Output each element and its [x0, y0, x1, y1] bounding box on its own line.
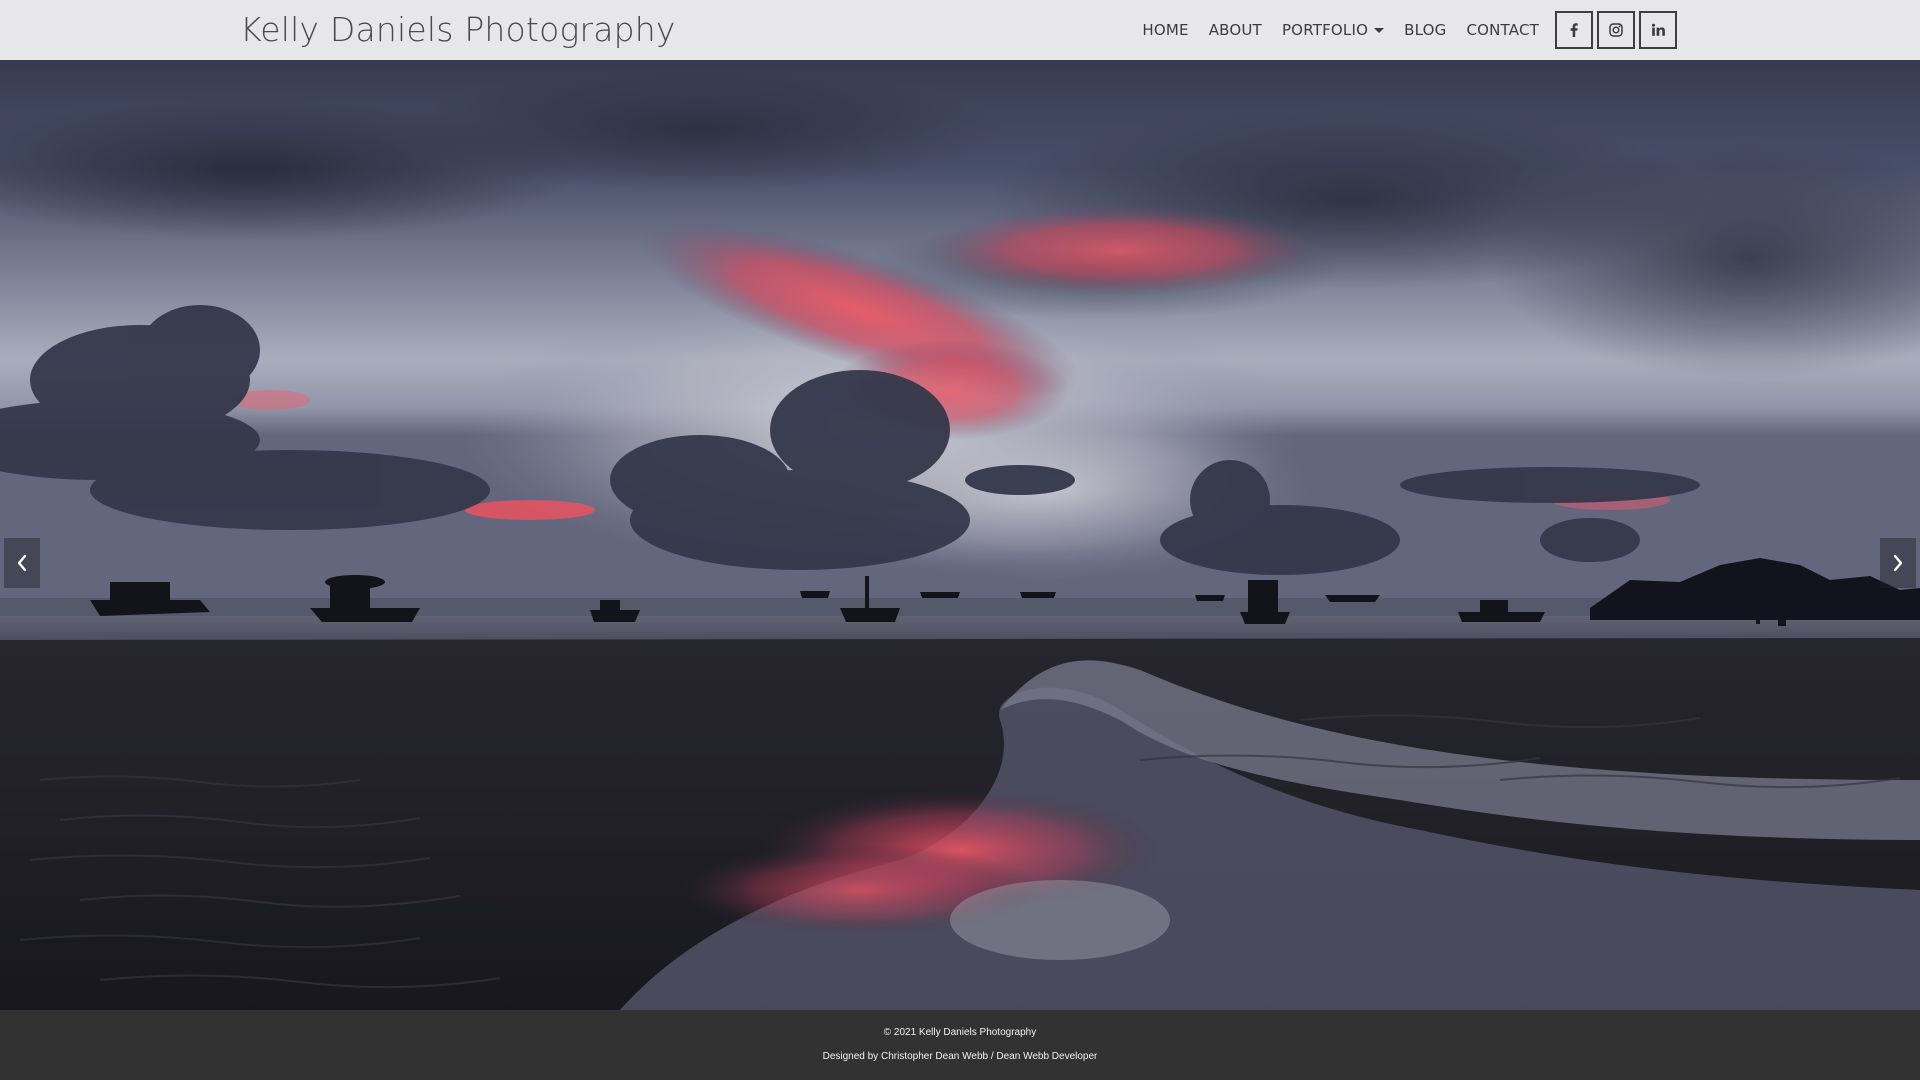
designer-credit-prefix: Designed by: [822, 1051, 881, 1062]
instagram-button[interactable]: [1597, 11, 1635, 49]
nav-portfolio-label: PORTFOLIO: [1281, 21, 1369, 39]
social-links: [1551, 11, 1677, 49]
instagram-icon: [1609, 23, 1623, 37]
linkedin-button[interactable]: [1639, 11, 1677, 49]
copyright-text: © 2021 Kelly Daniels Photography: [883, 1027, 1037, 1038]
carousel-prev-button[interactable]: [4, 538, 40, 588]
nav-contact[interactable]: CONTACT: [1466, 21, 1539, 39]
designer-link[interactable]: Christopher Dean Webb / Dean Webb Develo…: [881, 1051, 1097, 1062]
site-footer: © 2021 Kelly Daniels Photography Designe…: [0, 1010, 1920, 1080]
chevron-left-icon: [17, 554, 27, 572]
site-header: Kelly Daniels Photography HOME ABOUT POR…: [0, 0, 1920, 60]
facebook-button[interactable]: [1555, 11, 1593, 49]
sunset-beach-photo: [0, 60, 1920, 1010]
designer-credit: Designed by Christopher Dean Webb / Dean…: [0, 1051, 1920, 1062]
nav-home[interactable]: HOME: [1142, 21, 1188, 39]
nav-portfolio-dropdown[interactable]: PORTFOLIO: [1281, 21, 1385, 39]
nav-blog[interactable]: BLOG: [1404, 21, 1446, 39]
hero-carousel: [0, 60, 1920, 1010]
linkedin-icon: [1652, 23, 1665, 36]
nav-about[interactable]: ABOUT: [1209, 21, 1262, 39]
site-title[interactable]: Kelly Daniels Photography: [240, 9, 676, 51]
main-nav: HOME ABOUT PORTFOLIO BLOG CONTACT: [1142, 0, 1677, 60]
carousel-next-button[interactable]: [1880, 538, 1916, 588]
chevron-right-icon: [1893, 554, 1903, 572]
facebook-icon: [1570, 23, 1578, 37]
caret-down-icon: [1374, 28, 1385, 33]
